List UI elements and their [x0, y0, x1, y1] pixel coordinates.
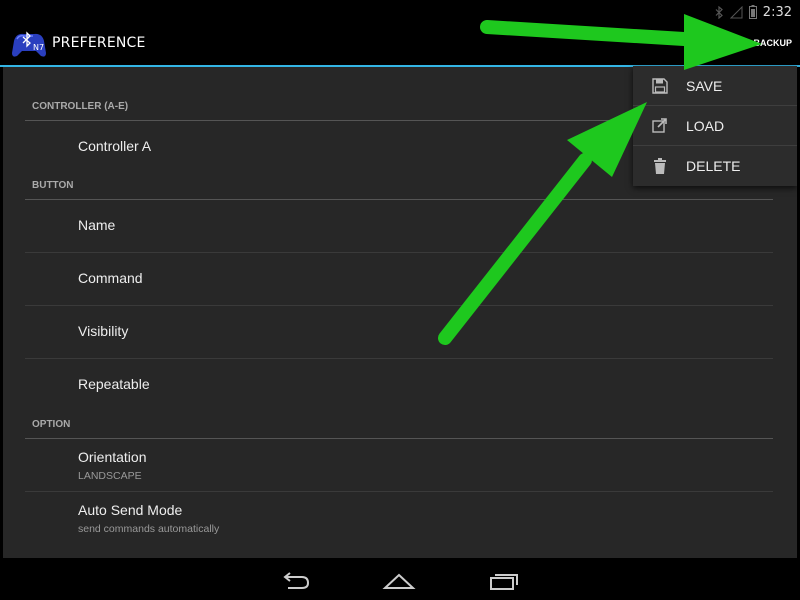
- pref-item-title: Auto Send Mode: [78, 502, 183, 518]
- section-header-option: OPTION: [25, 410, 773, 439]
- menu-item-label: SAVE: [686, 78, 723, 94]
- backup-button[interactable]: BACKUP: [753, 38, 792, 48]
- save-icon: [652, 78, 668, 94]
- back-icon[interactable]: [278, 568, 314, 592]
- pref-item-name[interactable]: Name: [25, 199, 773, 253]
- action-bar: N7 PREFERENCE BACKUP: [0, 24, 800, 67]
- svg-text:N7: N7: [33, 43, 44, 52]
- app-logo-icon: N7: [12, 31, 46, 57]
- load-icon: [652, 118, 667, 133]
- menu-item-delete[interactable]: DELETE: [633, 146, 797, 186]
- bluetooth-icon: [715, 5, 723, 19]
- page-title: PREFERENCE: [52, 35, 146, 51]
- pref-item-orientation[interactable]: Orientation LANDSCAPE: [25, 438, 773, 492]
- navigation-bar: [0, 560, 800, 600]
- home-icon[interactable]: [381, 568, 417, 592]
- pref-item-summary: LANDSCAPE: [78, 470, 142, 482]
- battery-icon: [748, 5, 757, 19]
- pref-item-command[interactable]: Command: [25, 252, 773, 306]
- menu-item-label: DELETE: [686, 158, 741, 174]
- pref-item-repeatable[interactable]: Repeatable: [25, 358, 773, 410]
- pref-item-auto-send-mode[interactable]: Auto Send Mode send commands automatical…: [25, 491, 773, 544]
- pref-item-title: Command: [78, 270, 143, 286]
- pref-item-title: Orientation: [78, 449, 147, 465]
- pref-item-summary: send commands automatically: [78, 523, 220, 535]
- section-header-label: BUTTON: [32, 180, 74, 191]
- menu-item-load[interactable]: LOAD: [633, 106, 797, 146]
- recents-icon[interactable]: [485, 568, 521, 592]
- status-time: 2:32: [762, 4, 792, 20]
- pref-item-title: Repeatable: [78, 376, 150, 392]
- status-icons: 2:32: [715, 0, 792, 24]
- signal-icon: [729, 5, 743, 18]
- pref-item-visibility[interactable]: Visibility: [25, 305, 773, 359]
- section-header-label: CONTROLLER (A-E): [32, 101, 129, 112]
- menu-item-save[interactable]: SAVE: [633, 66, 797, 106]
- status-bar: 2:32: [0, 0, 800, 24]
- backup-dropdown-menu: SAVE LOAD DELETE: [633, 66, 797, 186]
- menu-item-label: LOAD: [686, 118, 725, 134]
- pref-item-title: Name: [78, 217, 116, 233]
- pref-item-title: Controller A: [78, 138, 152, 154]
- pref-item-title: Visibility: [78, 323, 129, 339]
- section-header-label: OPTION: [32, 419, 71, 430]
- trash-icon: [654, 158, 666, 174]
